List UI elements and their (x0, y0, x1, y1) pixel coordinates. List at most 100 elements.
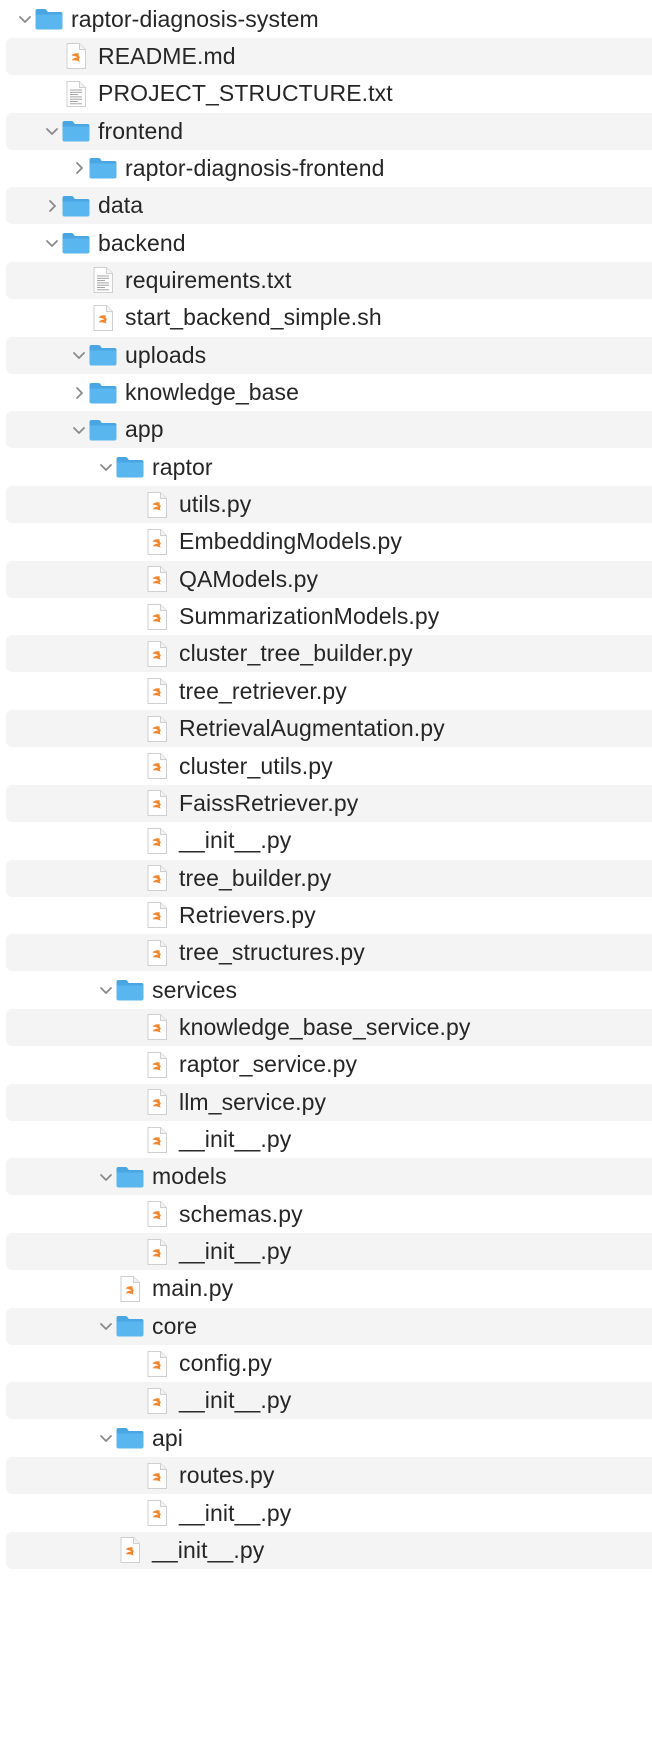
tree-row-label: utils.py (179, 491, 252, 518)
folder-icon (115, 1158, 145, 1195)
tree-row-data[interactable]: data (6, 187, 652, 225)
tree-row-label: SummarizationModels.py (179, 603, 440, 630)
swift-file-icon (119, 1532, 141, 1569)
tree-row-core[interactable]: core (6, 1307, 652, 1345)
tree-row-llm-service-py[interactable]: llm_service.py (6, 1083, 652, 1121)
tree-row-label: Retrievers.py (179, 901, 316, 928)
swift-file-icon (146, 860, 168, 897)
tree-row-faissretriever-py[interactable]: FaissRetriever.py (6, 784, 652, 822)
tree-row-raptor-diagnosis-system[interactable]: raptor-diagnosis-system (6, 1, 652, 38)
swift-file-icon (146, 822, 168, 859)
chevron-down-icon[interactable] (68, 337, 90, 374)
chevron-down-icon[interactable] (41, 113, 63, 150)
tree-row-label: tree_builder.py (179, 864, 332, 891)
tree-row-label: requirements.txt (125, 266, 292, 293)
tree-row-label: schemas.py (179, 1200, 303, 1227)
tree-row-knowledge-base-service-py[interactable]: knowledge_base_service.py (6, 1008, 652, 1046)
tree-row-project-structure-txt[interactable]: PROJECT_STRUCTURE.txt (6, 75, 652, 112)
swift-file-icon (146, 1009, 168, 1046)
folder-icon (115, 1420, 145, 1457)
tree-row-cluster-tree-builder-py[interactable]: cluster_tree_builder.py (6, 635, 652, 673)
tree-row-label: raptor-diagnosis-frontend (125, 154, 385, 181)
swift-file-icon (146, 486, 168, 523)
tree-row-label: PROJECT_STRUCTURE.txt (98, 80, 393, 107)
chevron-down-icon[interactable] (95, 449, 117, 486)
tree-row-init-py[interactable]: __init__.py (6, 1531, 652, 1569)
tree-row-init-py[interactable]: __init__.py (6, 1495, 652, 1532)
tree-row-label: raptor-diagnosis-system (71, 5, 319, 32)
tree-row-retrievalaugmentation-py[interactable]: RetrievalAugmentation.py (6, 710, 652, 748)
tree-row-tree-structures-py[interactable]: tree_structures.py (6, 934, 652, 972)
tree-row-label: QAModels.py (179, 565, 319, 592)
tree-row-raptor-diagnosis-frontend[interactable]: raptor-diagnosis-frontend (6, 150, 652, 187)
tree-row-raptor[interactable]: raptor (6, 449, 652, 486)
tree-row-retrievers-py[interactable]: Retrievers.py (6, 897, 652, 934)
tree-row-init-py[interactable]: __init__.py (6, 1121, 652, 1158)
tree-row-init-py[interactable]: __init__.py (6, 822, 652, 859)
tree-row-schemas-py[interactable]: schemas.py (6, 1196, 652, 1233)
tree-row-label: services (152, 976, 238, 1003)
tree-row-api[interactable]: api (6, 1420, 652, 1457)
tree-row-app[interactable]: app (6, 411, 652, 449)
folder-icon (115, 449, 145, 486)
tree-row-label: knowledge_base (125, 379, 300, 405)
tree-row-backend[interactable]: backend (6, 225, 652, 262)
chevron-down-icon[interactable] (14, 1, 36, 38)
chevron-down-icon[interactable] (68, 411, 90, 448)
chevron-right-icon[interactable] (68, 150, 90, 187)
tree-row-raptor-service-py[interactable]: raptor_service.py (6, 1046, 652, 1083)
chevron-right-icon[interactable] (68, 374, 90, 411)
swift-file-icon (146, 1121, 168, 1158)
tree-row-label: api (152, 1424, 183, 1451)
tree-row-models[interactable]: models (6, 1158, 652, 1196)
tree-row-routes-py[interactable]: routes.py (6, 1457, 652, 1495)
tree-row-label: __init__.py (179, 1387, 292, 1414)
tree-row-summarizationmodels-py[interactable]: SummarizationModels.py (6, 598, 652, 635)
tree-row-tree-retriever-py[interactable]: tree_retriever.py (6, 673, 652, 710)
chevron-right-icon[interactable] (41, 187, 63, 224)
tree-row-services[interactable]: services (6, 972, 652, 1009)
tree-row-frontend[interactable]: frontend (6, 112, 652, 150)
tree-row-label: __init__.py (179, 827, 292, 854)
tree-row-label: start_backend_simple.sh (125, 304, 382, 331)
swift-file-icon (146, 785, 168, 822)
tree-row-label: llm_service.py (179, 1088, 327, 1115)
text-file-icon (65, 75, 87, 112)
tree-row-init-py[interactable]: __init__.py (6, 1233, 652, 1271)
chevron-down-icon[interactable] (41, 225, 63, 262)
tree-row-label: data (98, 192, 144, 219)
tree-row-knowledge-base[interactable]: knowledge_base (6, 374, 652, 411)
tree-row-label: FaissRetriever.py (179, 789, 359, 816)
swift-file-icon (146, 1457, 168, 1494)
swift-file-icon (146, 523, 168, 560)
tree-row-label: knowledge_base_service.py (179, 1013, 471, 1040)
swift-file-icon (146, 897, 168, 934)
tree-row-uploads[interactable]: uploads (6, 336, 652, 374)
swift-file-icon (146, 1495, 168, 1532)
tree-row-readme-md[interactable]: README.md (6, 37, 652, 75)
chevron-down-icon[interactable] (95, 1308, 117, 1345)
swift-file-icon (146, 1382, 168, 1419)
tree-row-embeddingmodels-py[interactable]: EmbeddingModels.py (6, 523, 652, 560)
tree-row-label: app (125, 416, 164, 443)
tree-row-cluster-utils-py[interactable]: cluster_utils.py (6, 748, 652, 785)
chevron-down-icon[interactable] (95, 1158, 117, 1195)
tree-row-start-backend-simple-sh[interactable]: start_backend_simple.sh (6, 299, 652, 336)
tree-row-main-py[interactable]: main.py (6, 1270, 652, 1307)
tree-row-qamodels-py[interactable]: QAModels.py (6, 560, 652, 598)
tree-row-init-py[interactable]: __init__.py (6, 1382, 652, 1420)
swift-file-icon (146, 598, 168, 635)
tree-row-utils-py[interactable]: utils.py (6, 486, 652, 524)
swift-file-icon (92, 299, 114, 336)
file-tree: raptor-diagnosis-system README.md PROJECT_… (0, 0, 652, 1764)
tree-row-requirements-txt[interactable]: requirements.txt (6, 261, 652, 299)
chevron-down-icon[interactable] (95, 1420, 117, 1457)
chevron-down-icon[interactable] (95, 972, 117, 1009)
swift-file-icon (146, 748, 168, 785)
tree-row-tree-builder-py[interactable]: tree_builder.py (6, 859, 652, 897)
swift-file-icon (65, 38, 87, 75)
tree-row-config-py[interactable]: config.py (6, 1345, 652, 1382)
tree-row-label: models (152, 1163, 227, 1190)
folder-icon (61, 113, 91, 150)
folder-icon (61, 225, 91, 262)
